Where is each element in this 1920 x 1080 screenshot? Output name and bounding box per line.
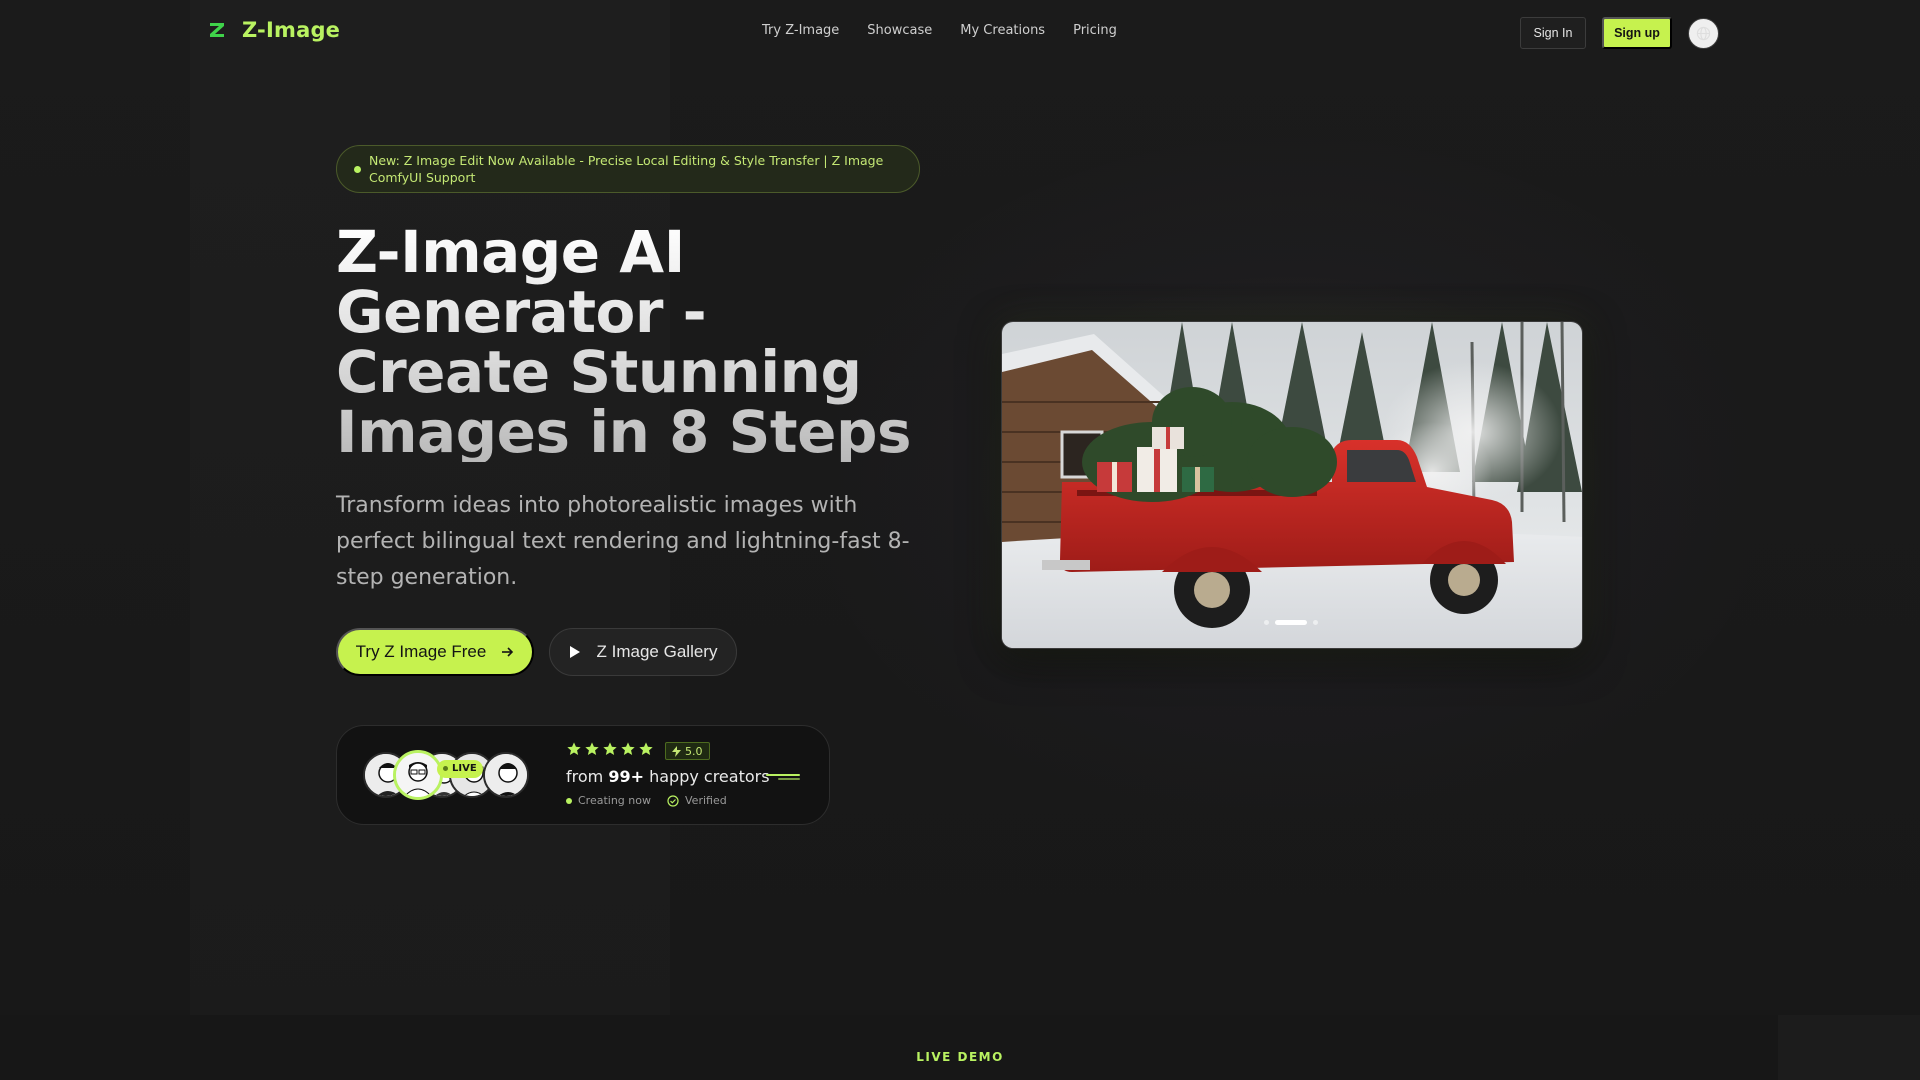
activity-bars-icon [766,774,800,780]
status-dot-icon [354,166,361,173]
top-navigation: Z-Image Try Z-Image Showcase My Creation… [0,0,1920,66]
star-icon [585,742,599,755]
hero-subtitle: Transform ideas into photorealistic imag… [336,493,910,590]
carousel-dots [1264,620,1318,625]
next-section-backdrop [0,1015,1920,1080]
creating-now-label: Creating now [578,794,651,807]
happy-creators-text: happy creators [644,767,770,786]
creator-count: 99+ [608,767,644,786]
social-proof-card: LIVE 5.0 from 99+ happy creators Creatin… [336,725,830,825]
creator-avatars: LIVE [363,750,543,800]
carousel-dot[interactable] [1264,620,1269,625]
sign-up-button[interactable]: Sign up [1602,17,1672,49]
avatar [483,752,529,798]
creating-now-status: Creating now [566,794,651,807]
nav-link-my-creations[interactable]: My Creations [960,23,1045,38]
gallery-button[interactable]: Z Image Gallery [549,628,737,676]
creators-count-text: from 99+ happy creators [566,767,770,786]
lightning-icon [672,745,681,757]
star-icon [639,742,653,755]
verified-status: Verified [667,794,727,807]
announcement-text: New: Z Image Edit Now Available - Precis… [369,153,884,185]
sign-in-button[interactable]: Sign In [1520,17,1586,49]
status-row: Creating now Verified [566,794,727,807]
nav-link-try-z-image[interactable]: Try Z-Image [762,23,839,38]
hero-title: Z-Image AI Generator - Create Stunning I… [336,222,936,462]
language-button[interactable] [1688,18,1719,49]
carousel-dot[interactable] [1313,620,1318,625]
star-icon [603,742,617,755]
try-free-label: Try Z Image Free [355,642,487,661]
live-badge: LIVE [437,760,483,778]
star-icon [621,742,635,755]
online-dot-icon [566,797,572,804]
carousel-dot-active[interactable] [1275,620,1307,625]
rating-badge: 5.0 [665,742,710,760]
next-section-card-edge [1778,1015,1920,1080]
from-text: from [566,767,609,786]
brand-logo[interactable]: Z-Image [206,18,340,42]
star-icon [567,742,581,755]
nav-links: Try Z-Image Showcase My Creations Pricin… [762,23,1117,38]
z-logo-icon [206,19,228,41]
brand-name: Z-Image [242,18,341,42]
avatar-active [393,750,443,800]
try-free-button[interactable]: Try Z Image Free [336,628,534,676]
play-icon [569,646,580,658]
showcase-image [1002,322,1582,648]
live-demo-label: LIVE DEMO [916,1050,1004,1064]
nav-link-showcase[interactable]: Showcase [867,23,932,38]
rating-stars [566,741,654,757]
verified-label: Verified [685,794,727,807]
showcase-carousel[interactable] [1001,321,1583,649]
arrow-right-icon [502,647,514,657]
announcement-banner[interactable]: New: Z Image Edit Now Available - Precis… [336,145,920,193]
gallery-label: Z Image Gallery [596,642,718,661]
globe-icon [1696,26,1711,41]
nav-link-pricing[interactable]: Pricing [1073,23,1117,38]
rating-value: 5.0 [685,744,703,758]
check-circle-icon [667,794,679,807]
